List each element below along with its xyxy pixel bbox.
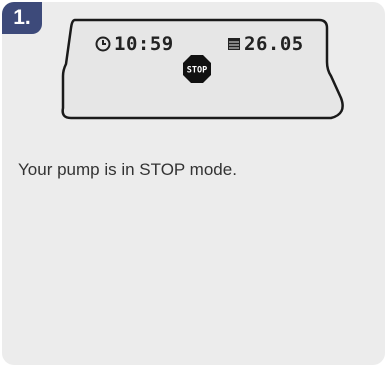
reservoir-icon: [227, 37, 241, 51]
reservoir-readout: 26.05: [227, 33, 304, 55]
stop-icon: STOP: [182, 54, 212, 84]
reservoir-value: 26.05: [244, 33, 304, 55]
pump-display: 10:59 26.05 STOP: [57, 14, 347, 124]
time-value: 10:59: [114, 33, 174, 55]
instruction-card: 1. 10:59 26.05 STOP Your pump is in STOP…: [2, 2, 385, 365]
stop-label: STOP: [187, 66, 207, 76]
status-message: Your pump is in STOP mode.: [18, 160, 237, 179]
step-number-badge: 1.: [2, 2, 42, 34]
clock-icon: [95, 36, 111, 52]
time-readout: 10:59: [95, 33, 174, 55]
